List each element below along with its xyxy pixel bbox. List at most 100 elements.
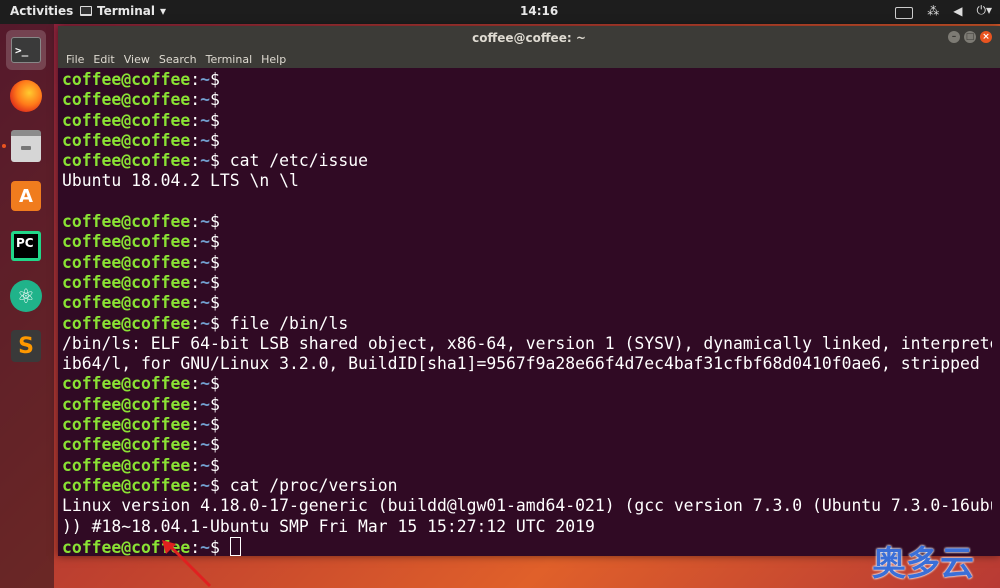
chevron-down-icon: ▾ <box>160 4 167 18</box>
atom-icon: ⚛ <box>10 280 42 312</box>
prompt-dir: ~ <box>200 475 211 495</box>
prompt-line: coffee@coffee:~$ cat /etc/issue <box>62 151 368 171</box>
sublime-text-icon: S <box>11 330 41 362</box>
prompt-line: coffee@coffee:~$ <box>62 70 220 89</box>
title-bar[interactable]: coffee@coffee: ~ – □ × <box>58 26 1000 50</box>
prompt-line: coffee@coffee:~$ <box>62 374 220 394</box>
maximize-button[interactable]: □ <box>964 31 976 43</box>
prompt-dir: ~ <box>200 130 211 150</box>
prompt-user-host: coffee@coffee <box>62 374 191 394</box>
prompt-line: coffee@coffee:~$ <box>62 394 220 414</box>
terminal-icon: >_ <box>11 37 41 63</box>
prompt-line: coffee@coffee:~$ <box>62 435 220 455</box>
minimize-button[interactable]: – <box>948 31 960 43</box>
prompt-line: coffee@coffee:~$ <box>62 110 220 130</box>
prompt-dir: ~ <box>200 455 211 475</box>
prompt-dir: ~ <box>200 374 211 394</box>
menu-edit[interactable]: Edit <box>93 53 114 66</box>
dock-sublime-text[interactable]: S <box>6 326 46 366</box>
command-text <box>220 538 230 556</box>
clock[interactable]: 14:16 <box>520 4 558 18</box>
output-line: ib64/l, for GNU/Linux 3.2.0, BuildID[sha… <box>62 354 980 374</box>
dock-software-store[interactable]: A <box>6 176 46 216</box>
terminal-icon <box>80 6 92 16</box>
activities-button[interactable]: Activities <box>10 4 73 18</box>
firefox-icon <box>10 80 42 112</box>
prompt-dir: ~ <box>200 313 211 333</box>
system-tray[interactable]: ⁂ ◀ ⏻▾ <box>895 3 992 19</box>
prompt-line: coffee@coffee:~$ <box>62 272 220 292</box>
output-line: )) #18~18.04.1-Ubuntu SMP Fri Mar 15 15:… <box>62 516 595 536</box>
watermark-logo: 奥多云 <box>872 544 974 584</box>
menu-search[interactable]: Search <box>159 53 197 66</box>
prompt-user-host: coffee@coffee <box>62 394 191 414</box>
prompt-user-host: coffee@coffee <box>62 415 191 435</box>
prompt-user-host: coffee@coffee <box>62 252 191 272</box>
window-title: coffee@coffee: ~ <box>472 31 586 45</box>
prompt-user-host: coffee@coffee <box>62 130 191 150</box>
prompt-user-host: coffee@coffee <box>62 313 191 333</box>
prompt-user-host: coffee@coffee <box>62 232 191 252</box>
prompt-user-host: coffee@coffee <box>62 455 191 475</box>
prompt-user-host: coffee@coffee <box>62 212 191 232</box>
menu-file[interactable]: File <box>66 53 84 66</box>
command-text: cat /proc/version <box>219 475 398 495</box>
prompt-user-host: coffee@coffee <box>62 90 191 110</box>
prompt-dir: ~ <box>200 232 211 252</box>
top-bar: Activities Terminal ▾ 14:16 ⁂ ◀ ⏻▾ <box>0 0 1000 24</box>
pycharm-icon: PC <box>11 231 41 261</box>
dock-files[interactable] <box>6 126 46 166</box>
prompt-user-host: coffee@coffee <box>62 293 191 313</box>
prompt-user-host: coffee@coffee <box>62 475 191 495</box>
menu-terminal[interactable]: Terminal <box>206 53 253 66</box>
prompt-dir: ~ <box>200 435 211 455</box>
keyboard-icon[interactable] <box>895 6 914 19</box>
menu-view[interactable]: View <box>124 53 150 66</box>
prompt-dir: ~ <box>200 272 211 292</box>
power-icon[interactable]: ⏻▾ <box>976 3 992 18</box>
prompt-line: coffee@coffee:~$ file /bin/ls <box>62 313 349 333</box>
prompt-dir: ~ <box>200 90 211 110</box>
prompt-user-host: coffee@coffee <box>62 272 191 292</box>
output-line: Ubuntu 18.04.2 LTS \n \l <box>62 171 299 191</box>
prompt-line: coffee@coffee:~$ <box>62 232 220 252</box>
prompt-dir: ~ <box>200 252 211 272</box>
prompt-dir: ~ <box>200 415 211 435</box>
app-menu[interactable]: Terminal ▾ <box>80 4 166 18</box>
prompt-user-host: coffee@coffee <box>62 70 191 89</box>
terminal-output[interactable]: coffee@coffee:~$ coffee@coffee:~$ coffee@c… <box>62 70 992 556</box>
dock-terminal[interactable]: >_ <box>6 30 46 70</box>
dock-pycharm[interactable]: PC <box>6 226 46 266</box>
dock: >_ A PC ⚛ S <box>0 24 54 588</box>
output-line: /bin/ls: ELF 64-bit LSB shared object, x… <box>62 333 992 353</box>
prompt-user-host: coffee@coffee <box>62 151 191 171</box>
dock-firefox[interactable] <box>6 76 46 116</box>
prompt-line: coffee@coffee:~$ <box>62 415 220 435</box>
prompt-dir: ~ <box>200 110 211 130</box>
command-text: cat /etc/issue <box>219 151 368 171</box>
output-line: Linux version 4.18.0-17-generic (buildd@… <box>62 496 992 516</box>
prompt-line: coffee@coffee:~$ cat /proc/version <box>62 475 398 495</box>
prompt-line: coffee@coffee:~$ <box>62 252 220 272</box>
prompt-dir: ~ <box>200 70 211 89</box>
volume-icon[interactable]: ◀ <box>953 4 962 18</box>
software-store-icon: A <box>11 181 41 211</box>
app-menu-label: Terminal <box>97 4 156 18</box>
files-icon <box>11 130 41 162</box>
prompt-line: coffee@coffee:~$ <box>62 212 220 232</box>
prompt-user-host: coffee@coffee <box>62 110 191 130</box>
red-arrow-annotation <box>162 540 212 588</box>
prompt-dir: ~ <box>200 394 211 414</box>
network-icon[interactable]: ⁂ <box>927 4 939 18</box>
dock-atom[interactable]: ⚛ <box>6 276 46 316</box>
text-cursor <box>229 536 241 556</box>
terminal-window: coffee@coffee: ~ – □ × File Edit View Se… <box>58 26 1000 556</box>
prompt-user-host: coffee@coffee <box>62 435 191 455</box>
prompt-dir: ~ <box>200 212 211 232</box>
prompt-line: coffee@coffee:~$ <box>62 90 220 110</box>
prompt-line: coffee@coffee:~$ <box>62 293 220 313</box>
menu-help[interactable]: Help <box>261 53 286 66</box>
close-button[interactable]: × <box>980 31 992 43</box>
command-text: file /bin/ls <box>219 313 349 333</box>
prompt-dir: ~ <box>200 151 211 171</box>
